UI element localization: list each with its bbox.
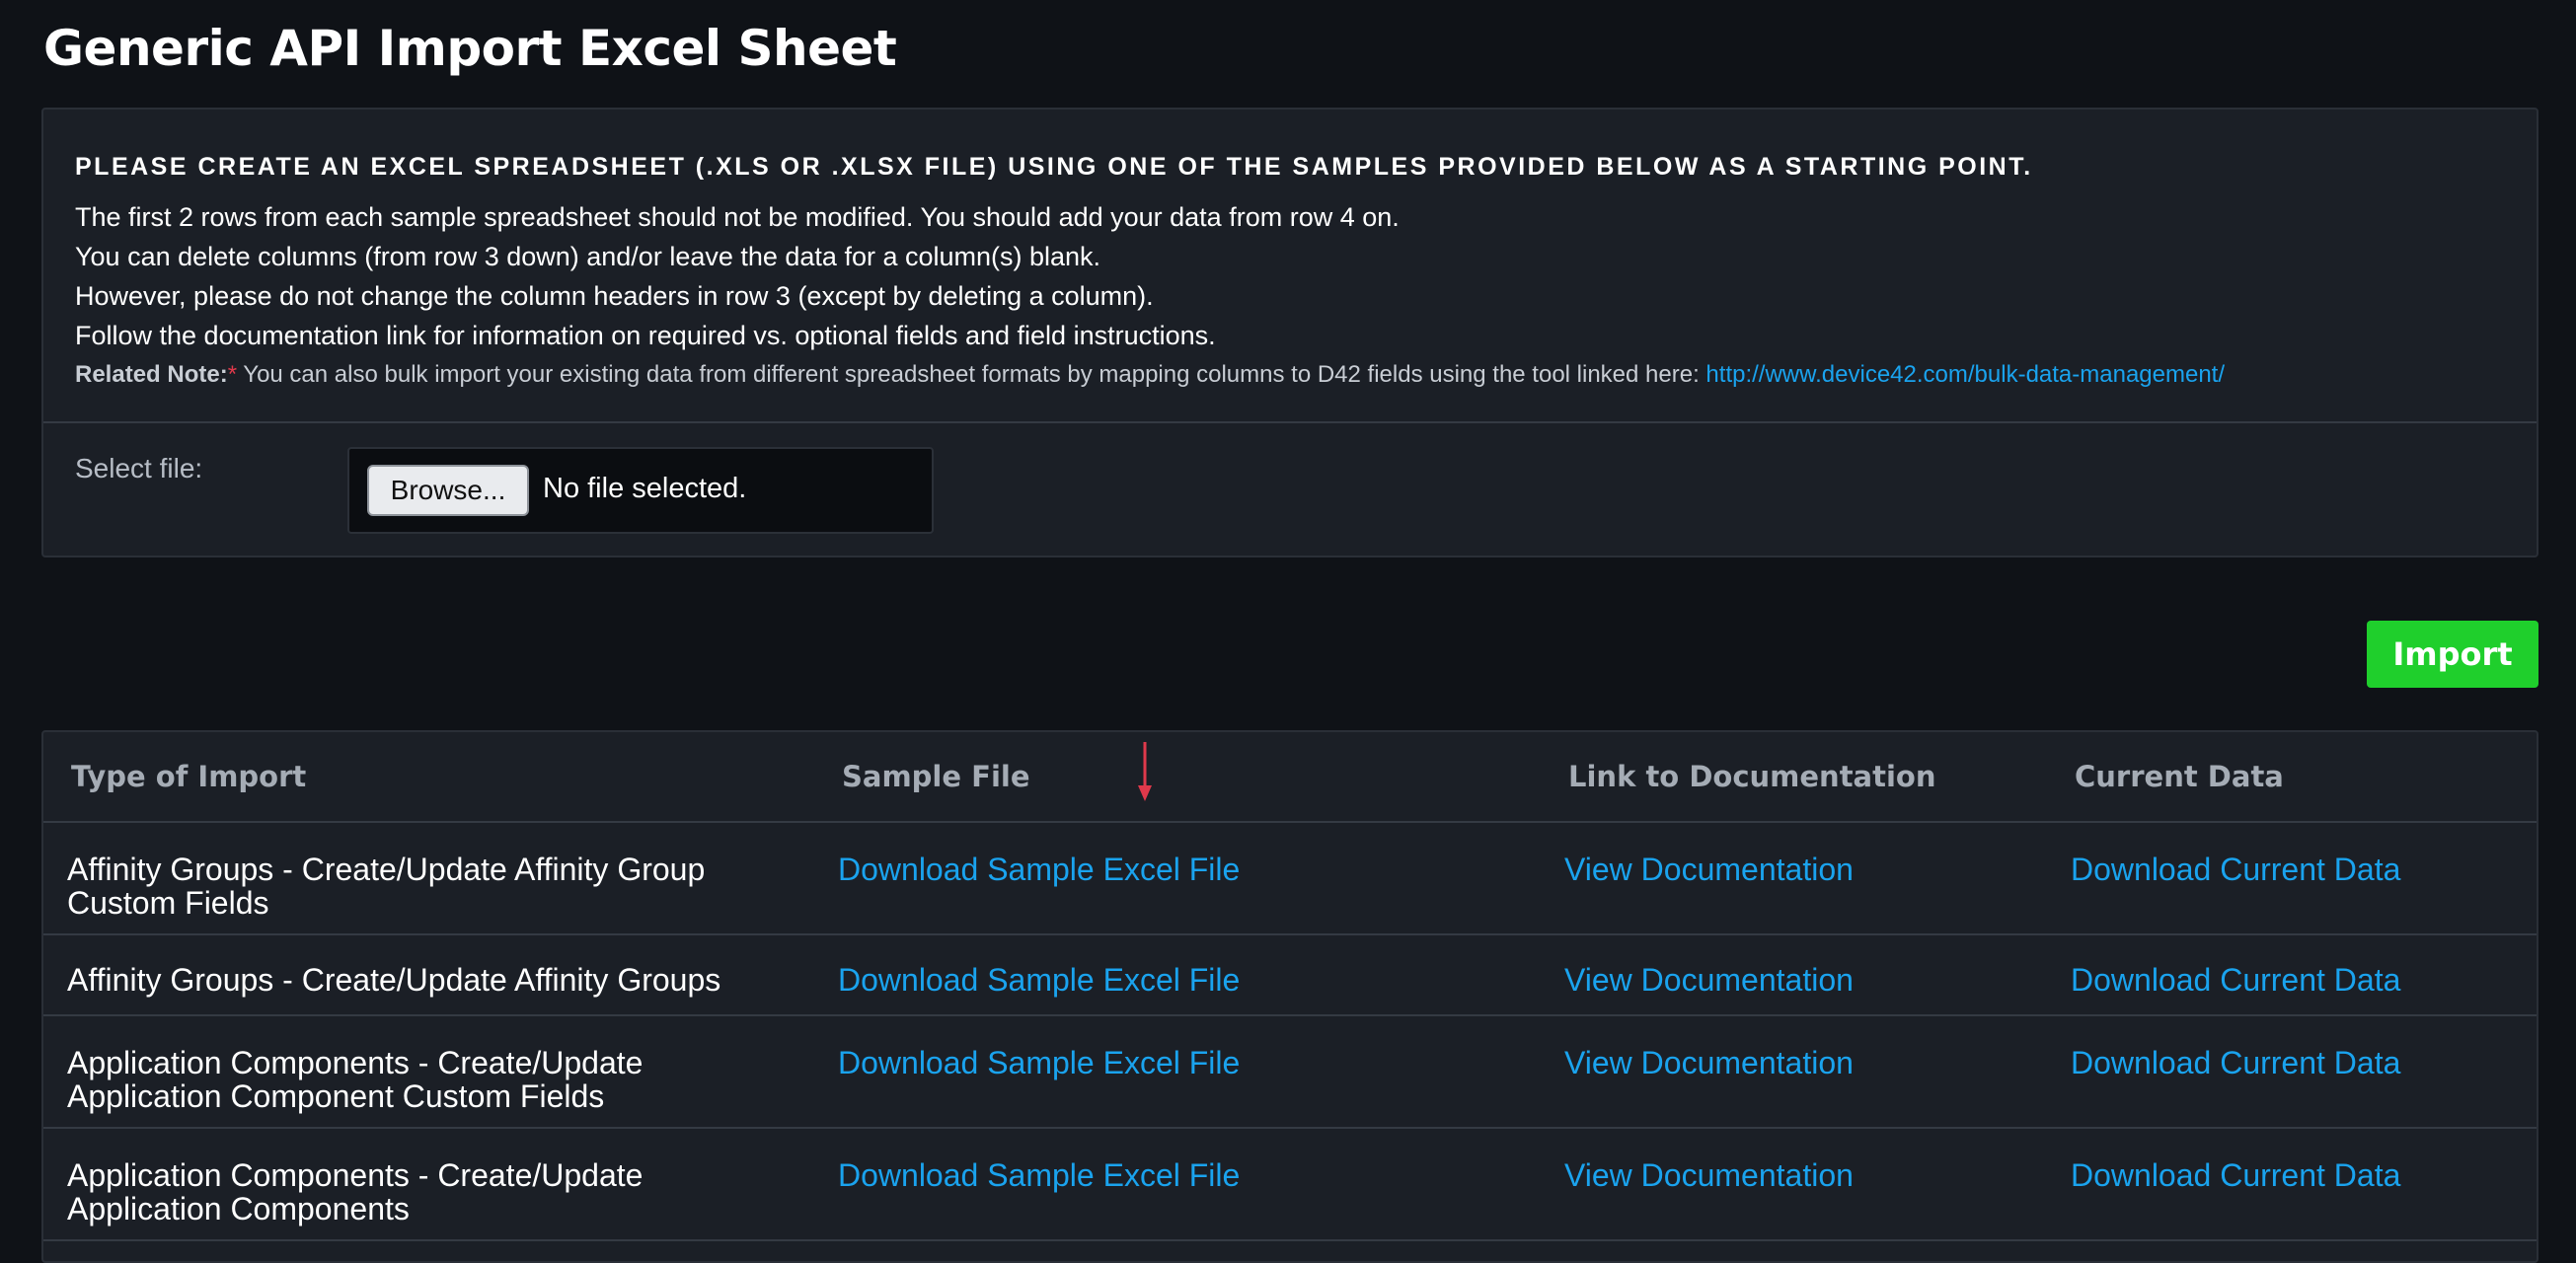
documentation-cell: View Documentation [1564, 1015, 2071, 1129]
download-current-data-link[interactable]: Download Current Data [2071, 1045, 2400, 1080]
import-instructions-panel: PLEASE CREATE AN EXCEL SPREADSHEET (.XLS… [41, 108, 2538, 557]
documentation-cell: View Documentation [1564, 822, 2071, 935]
file-select-row: Select file: Browse... No file selected. [43, 423, 2537, 556]
instruction-line: Follow the documentation link for inform… [75, 321, 1216, 350]
instruction-line: The first 2 rows from each sample spread… [75, 202, 1400, 232]
view-documentation-link[interactable]: View Documentation [1564, 962, 1854, 998]
browse-button[interactable]: Browse... [367, 465, 529, 516]
download-sample-link[interactable]: Download Sample Excel File [838, 1045, 1240, 1080]
table-row: Affinity Groups - Create/Update Affinity… [43, 934, 2537, 1016]
instruction-line: You can delete columns (from row 3 down)… [75, 242, 1101, 271]
sample-file-cell: Download Sample Excel File [838, 1128, 1564, 1241]
import-type-line: Custom Fields [67, 885, 269, 921]
column-header-type: Type of Import [43, 732, 838, 823]
related-note: Related Note:* You can also bulk import … [75, 355, 2505, 395]
import-types-table: Type of Import Sample File Link to Docum… [41, 730, 2538, 1263]
column-header-current-data: Current Data [2071, 732, 2537, 823]
import-type-line: Application Components [67, 1191, 410, 1226]
documentation-cell: View Documentation [1564, 1128, 2071, 1241]
table-row: Affinity Groups - Create/Update Affinity… [43, 822, 2537, 935]
sample-file-cell: Download Sample Excel File [838, 1015, 1564, 1129]
file-input[interactable]: Browse... No file selected. [347, 447, 934, 534]
related-note-text: You can also bulk import your existing d… [237, 361, 1706, 388]
related-note-label: Related Note: [75, 361, 228, 388]
view-documentation-link[interactable]: View Documentation [1564, 1157, 1854, 1193]
download-current-data-link[interactable]: Download Current Data [2071, 962, 2400, 998]
download-sample-link[interactable]: Download Sample Excel File [838, 1157, 1240, 1193]
view-documentation-link[interactable]: View Documentation [1564, 852, 1854, 887]
download-current-data-link[interactable]: Download Current Data [2071, 852, 2400, 887]
download-current-data-link[interactable]: Download Current Data [2071, 1157, 2400, 1193]
bulk-data-management-link[interactable]: http://www.device42.com/bulk-data-manage… [1705, 361, 2225, 388]
table-header-row: Type of Import Sample File Link to Docum… [43, 732, 2537, 823]
select-file-label: Select file: [75, 453, 203, 483]
instructions-section: PLEASE CREATE AN EXCEL SPREADSHEET (.XLS… [43, 110, 2537, 423]
download-sample-link[interactable]: Download Sample Excel File [838, 852, 1240, 887]
column-header-documentation: Link to Documentation [1564, 732, 2071, 823]
import-table: Type of Import Sample File Link to Docum… [43, 732, 2537, 1241]
sample-file-cell: Download Sample Excel File [838, 822, 1564, 935]
current-data-cell: Download Current Data [2071, 1015, 2537, 1129]
required-asterisk: * [227, 361, 238, 388]
import-type-line: Affinity Groups - Create/Update Affinity… [67, 852, 706, 887]
import-type-line: Application Components - Create/Update [67, 1157, 644, 1193]
import-type-cell: Affinity Groups - Create/Update Affinity… [43, 822, 838, 935]
import-type-cell: Application Components - Create/Update Ap… [43, 1015, 838, 1129]
file-status-text: No file selected. [543, 473, 747, 504]
import-type-line: Application Components - Create/Update [67, 1045, 644, 1080]
download-sample-link[interactable]: Download Sample Excel File [838, 962, 1240, 998]
table-row: Application Components - Create/Update Ap… [43, 1128, 2537, 1241]
view-documentation-link[interactable]: View Documentation [1564, 1045, 1854, 1080]
page-title: Generic API Import Excel Sheet [43, 20, 897, 77]
import-type-line: Affinity Groups - Create/Update Affinity… [67, 962, 721, 998]
sample-file-cell: Download Sample Excel File [838, 934, 1564, 1016]
import-type-cell: Affinity Groups - Create/Update Affinity… [43, 934, 838, 1016]
annotation-arrow-icon [1138, 742, 1152, 801]
current-data-cell: Download Current Data [2071, 934, 2537, 1016]
import-type-line: Application Component Custom Fields [67, 1078, 605, 1114]
current-data-cell: Download Current Data [2071, 1128, 2537, 1241]
current-data-cell: Download Current Data [2071, 822, 2537, 935]
instructions-heading: PLEASE CREATE AN EXCEL SPREADSHEET (.XLS… [75, 153, 2033, 181]
column-header-sample: Sample File [838, 732, 1564, 823]
import-button[interactable]: Import [2367, 621, 2538, 688]
documentation-cell: View Documentation [1564, 934, 2071, 1016]
instruction-line: However, please do not change the column… [75, 281, 1154, 311]
import-type-cell: Application Components - Create/Update Ap… [43, 1128, 838, 1241]
table-row: Application Components - Create/Update Ap… [43, 1015, 2537, 1129]
